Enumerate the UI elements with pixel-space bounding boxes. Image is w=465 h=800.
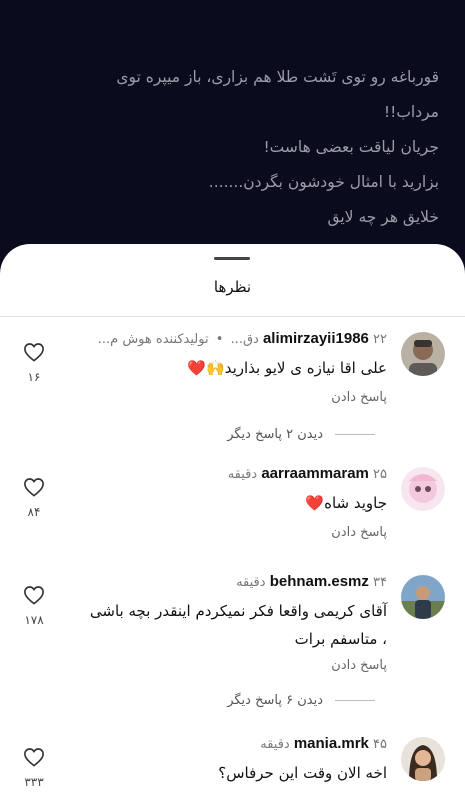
heart-outline-icon[interactable] xyxy=(23,477,45,497)
view-more-replies[interactable]: دیدن ۲ پاسخ دیگر xyxy=(227,427,375,442)
comment-item: behnam.esmz ۳۴ دقیقه آقای کریمی واقعا فک… xyxy=(0,573,465,683)
username[interactable]: mania.mrk xyxy=(294,735,369,752)
view-more-label[interactable]: دیدن ۲ پاسخ دیگر xyxy=(227,427,323,442)
comment-text: علی اقا نیازه ی لایو بذارید🙌❤️ xyxy=(187,359,387,377)
dot-separator: • xyxy=(215,332,224,347)
reply-button[interactable]: پاسخ دادن xyxy=(331,390,387,405)
reply-button[interactable]: پاسخ دادن xyxy=(331,658,387,673)
caption-line: خلایق هر چه لایق xyxy=(327,208,439,226)
avatar[interactable] xyxy=(401,467,445,511)
comment-meta: mania.mrk ۴۵ دقیقه xyxy=(260,735,387,754)
divider xyxy=(0,316,465,317)
caption-line: جریان لیاقت بعضی هاست! xyxy=(263,138,439,156)
heart-outline-icon[interactable] xyxy=(23,342,45,362)
like-button[interactable]: ۳۳۳ xyxy=(18,747,50,789)
like-count: ۱۷۸ xyxy=(24,613,44,627)
comment-meta: behnam.esmz ۳۴ دقیقه xyxy=(236,573,387,592)
comment-meta: aarraammaram ۲۵ دقیقه xyxy=(228,465,387,484)
comment-text: جاوید شاه❤️ xyxy=(305,494,387,512)
drag-handle[interactable] xyxy=(214,257,250,260)
comment-text: اخه الان وقت این حرفاس؟ xyxy=(218,764,387,782)
replies-line xyxy=(335,434,375,435)
caption-line: بزارید با امثال خودشون بگردن....... xyxy=(208,173,439,191)
replies-line xyxy=(335,700,375,701)
username[interactable]: alimirzayii1986 xyxy=(263,330,369,347)
view-more-replies[interactable]: دیدن ۶ پاسخ دیگر xyxy=(227,693,375,708)
caption-line: قورباغه رو توی تَشت طلا هم بزاری، باز می… xyxy=(116,68,439,86)
like-button[interactable]: ۱۶ xyxy=(18,342,50,384)
caption-line: مرداب!! xyxy=(383,103,439,121)
heart-outline-icon[interactable] xyxy=(23,585,45,605)
like-count: ۱۶ xyxy=(27,370,41,384)
comment-item: mania.mrk ۴۵ دقیقه اخه الان وقت این حرفا… xyxy=(0,735,465,800)
like-button[interactable]: ۱۷۸ xyxy=(18,585,50,627)
comment-text: آقای کریمی واقعا فکر نمیکردم اینقدر بچه … xyxy=(89,602,387,648)
comment-item: alimirzayii1986 ۲۲ دق... • تولیدکننده هو… xyxy=(0,330,465,430)
creator-badge: تولیدکننده هوش م... xyxy=(97,332,209,347)
like-count: ۳۳۳ xyxy=(24,775,44,789)
avatar[interactable] xyxy=(401,575,445,619)
view-more-label[interactable]: دیدن ۶ پاسخ دیگر xyxy=(227,693,323,708)
avatar[interactable] xyxy=(401,332,445,376)
post-caption: قورباغه رو توی تَشت طلا هم بزاری، باز می… xyxy=(20,60,439,235)
username[interactable]: aarraammaram xyxy=(261,465,369,482)
comment-item: aarraammaram ۲۵ دقیقه جاوید شاه❤️ پاسخ د… xyxy=(0,465,465,555)
username[interactable]: behnam.esmz xyxy=(270,573,369,590)
avatar[interactable] xyxy=(401,737,445,781)
reply-button[interactable]: پاسخ دادن xyxy=(331,525,387,540)
like-count: ۸۴ xyxy=(27,505,41,519)
sheet-title: نظرها xyxy=(213,278,252,296)
comment-meta: alimirzayii1986 ۲۲ دق... • تولیدکننده هو… xyxy=(98,330,387,349)
like-button[interactable]: ۸۴ xyxy=(18,477,50,519)
heart-outline-icon[interactable] xyxy=(23,747,45,767)
comments-sheet: نظرها alimirzayii1986 ۲۲ دق... • تولیدکن… xyxy=(0,244,465,800)
